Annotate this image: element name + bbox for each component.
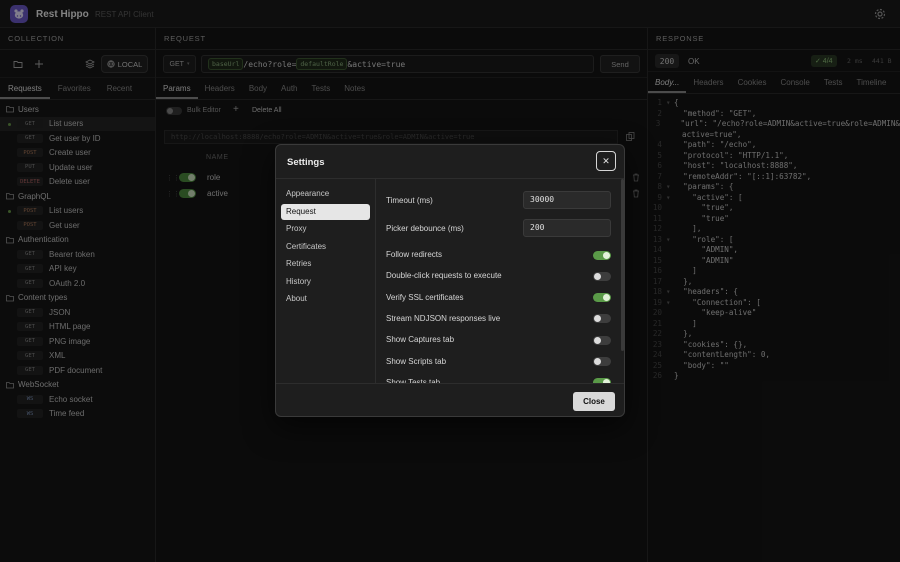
settings-nav-about[interactable]: About (281, 291, 370, 307)
close-button[interactable]: Close (573, 392, 615, 411)
setting-toggle[interactable] (593, 250, 611, 260)
settings-request-pane: Timeout (ms) 30000 Picker debounce (ms) … (376, 178, 624, 383)
setting-label: Verify SSL certificates (386, 292, 464, 302)
setting-toggle[interactable] (593, 271, 611, 281)
settings-nav-proxy[interactable]: Proxy (281, 221, 370, 237)
setting-label: Show Captures tab (386, 335, 455, 345)
settings-nav-certificates[interactable]: Certificates (281, 239, 370, 255)
setting-label: Stream NDJSON responses live (386, 313, 501, 323)
settings-nav-request[interactable]: Request (281, 203, 370, 220)
settings-nav-retries[interactable]: Retries (281, 256, 370, 272)
close-icon[interactable]: ✕ (596, 151, 616, 171)
settings-nav: Appearance Request Proxy Certificates Retrie… (276, 178, 376, 383)
setting-toggle[interactable] (593, 357, 611, 366)
setting-label: Show Scripts tab (386, 356, 447, 366)
setting-toggle[interactable] (593, 314, 611, 324)
setting-toggle[interactable] (593, 335, 611, 345)
setting-toggle[interactable] (593, 293, 611, 303)
settings-dialog: Settings ✕ Appearance Request Proxy Certifi… (275, 144, 625, 417)
settings-title: Settings (287, 157, 325, 168)
setting-label: Double-click requests to execute (386, 271, 502, 281)
settings-nav-history[interactable]: History (281, 274, 370, 290)
timeout-input[interactable]: 30000 (523, 191, 611, 209)
setting-label: Follow redirects (386, 250, 443, 259)
picker-debounce-input[interactable]: 200 (523, 219, 611, 237)
settings-scrollbar[interactable] (621, 179, 624, 351)
settings-footer: Close (276, 383, 624, 416)
settings-nav-appearance[interactable]: Appearance (281, 186, 370, 202)
